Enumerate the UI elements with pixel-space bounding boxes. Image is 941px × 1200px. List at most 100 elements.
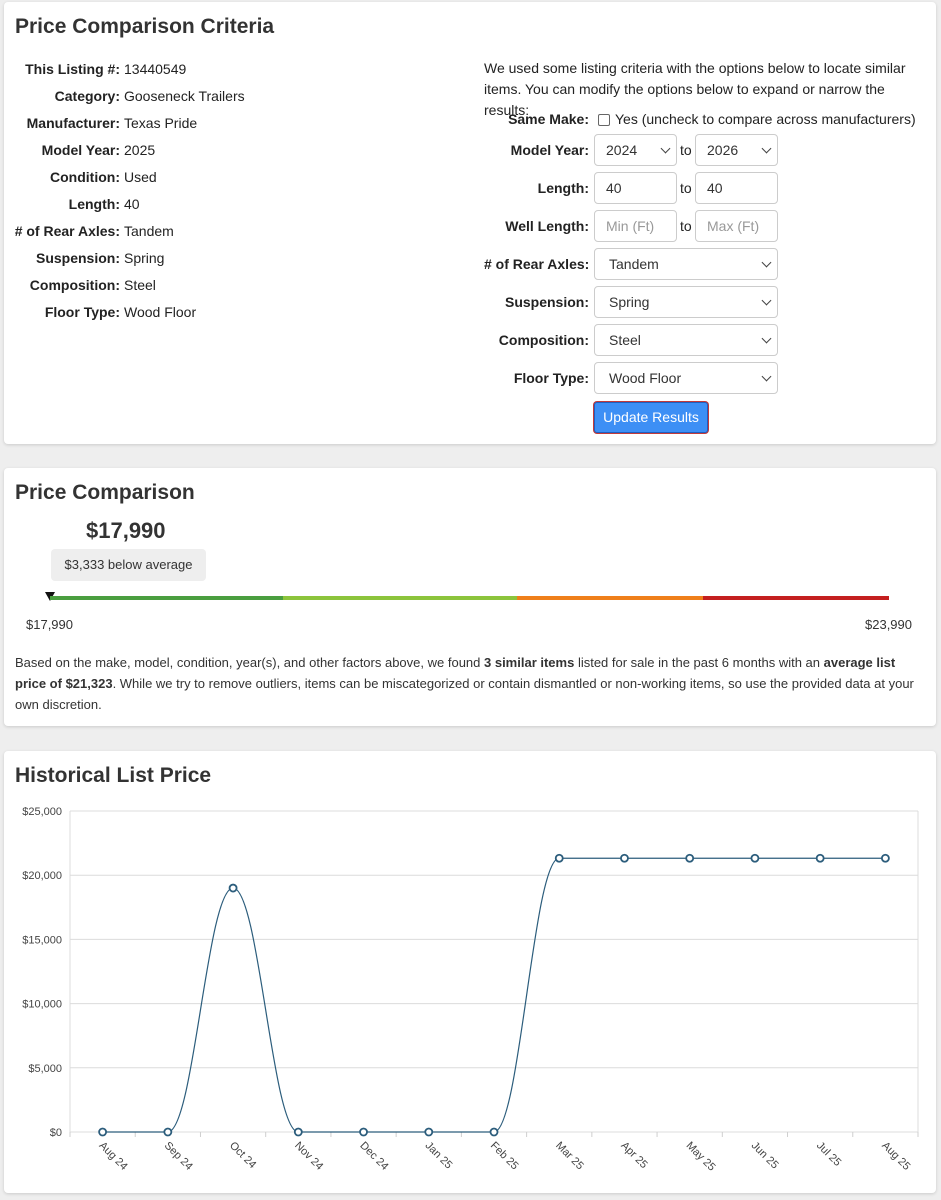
- x-tick-label: Jan 25: [423, 1140, 455, 1172]
- model-year-label: Model Year:: [510, 142, 589, 158]
- range-max-label: $23,990: [865, 617, 912, 632]
- x-tick-label: Oct 24: [227, 1140, 258, 1171]
- rear-axles-select[interactable]: Tandem: [594, 248, 778, 280]
- listing-info-value: 13440549: [124, 61, 187, 77]
- x-tick-label: Jul 25: [814, 1140, 843, 1169]
- data-point[interactable]: [293, 1127, 303, 1137]
- model-year-row: Model Year: 2024 to 2026: [484, 134, 924, 166]
- summary-text: . While we try to remove outliers, items…: [15, 676, 914, 712]
- well-length-row: Well Length: Min (Ft) to Max (Ft): [484, 210, 924, 242]
- suspension-row: Suspension: Spring: [484, 286, 924, 318]
- y-tick-label: $5,000: [28, 1063, 62, 1075]
- listing-info-label: Model Year:: [41, 142, 120, 158]
- listing-info-value: Gooseneck Trailers: [124, 88, 245, 104]
- x-tick-label: Mar 25: [553, 1140, 586, 1173]
- to-text: to: [680, 142, 692, 158]
- data-point[interactable]: [880, 853, 890, 863]
- listing-info-label: Suspension:: [35, 250, 120, 266]
- listing-info-value: 2025: [124, 142, 156, 158]
- price-range-segment-high: [703, 596, 889, 600]
- model-year-to-select[interactable]: 2026: [695, 134, 778, 166]
- data-point[interactable]: [554, 853, 564, 863]
- price-range-segment-mid-high: [517, 596, 703, 600]
- listing-info-label: Manufacturer:: [26, 115, 120, 131]
- floor-type-row: Floor Type: Wood Floor: [484, 362, 924, 394]
- criteria-title: Price Comparison Criteria: [15, 15, 275, 38]
- same-make-row: Same Make: Yes (uncheck to compare acros…: [484, 105, 924, 137]
- listing-info-label: Floor Type:: [44, 304, 120, 320]
- data-point[interactable]: [359, 1127, 368, 1137]
- price-comparison-title: Price Comparison: [15, 481, 195, 504]
- model-year-from-select[interactable]: 2024: [594, 134, 677, 166]
- listing-info-value: Tandem: [124, 223, 174, 239]
- data-point[interactable]: [620, 853, 629, 863]
- x-tick-label: Feb 25: [488, 1140, 521, 1173]
- suspension-label: Suspension:: [504, 294, 589, 310]
- same-make-label: Same Make:: [508, 111, 589, 127]
- data-point[interactable]: [815, 853, 825, 863]
- summary-text: listed for sale in the past 6 months wit…: [574, 655, 824, 670]
- listing-info-value: Texas Pride: [124, 115, 198, 131]
- historical-price-chart: $0 $5,000 $10,000 $15,000 $20,000 $25,000 Aug …: [22, 806, 919, 1174]
- range-min-label: $17,990: [26, 617, 73, 632]
- x-tick-label: Nov 24: [292, 1140, 325, 1173]
- similar-items-count: 3 similar items: [484, 655, 575, 670]
- listing-info-label: Category:: [54, 88, 120, 104]
- data-point[interactable]: [489, 1127, 499, 1137]
- floor-type-label: Floor Type:: [513, 370, 589, 386]
- listing-info-label: This Listing #:: [25, 61, 120, 77]
- length-row: Length: 40 to 40: [484, 172, 924, 204]
- length-to-input[interactable]: 40: [695, 172, 778, 204]
- listing-info-value: Wood Floor: [124, 304, 197, 320]
- listing-info-label: # of Rear Axles:: [14, 223, 120, 239]
- listing-price: $17,990: [86, 518, 166, 543]
- price-range-segment-low: [50, 596, 283, 600]
- data-point[interactable]: [163, 1127, 173, 1137]
- suspension-select[interactable]: Spring: [594, 286, 778, 318]
- y-tick-label: $0: [50, 1127, 62, 1139]
- data-point[interactable]: [685, 853, 695, 863]
- y-tick-label: $15,000: [22, 934, 62, 946]
- historical-price-card: Historical List Price $0 $5,000 $10,000 $15…: [4, 751, 936, 1193]
- data-point[interactable]: [750, 853, 760, 863]
- listing-info-value: Steel: [124, 277, 156, 293]
- floor-type-select[interactable]: Wood Floor: [594, 362, 778, 394]
- composition-select[interactable]: Steel: [594, 324, 778, 356]
- x-tick-label: Jun 25: [749, 1140, 781, 1172]
- rear-axles-row: # of Rear Axles: Tandem: [484, 248, 924, 280]
- price-series-line: [102, 857, 886, 1133]
- comparison-summary: Based on the make, model, condition, yea…: [15, 652, 925, 715]
- y-tick-label: $10,000: [22, 999, 62, 1011]
- rear-axles-label: # of Rear Axles:: [484, 256, 590, 272]
- to-text: to: [680, 180, 692, 196]
- y-tick-label: $20,000: [22, 870, 62, 882]
- x-tick-label: Aug 25: [879, 1140, 912, 1173]
- same-make-checkbox-label: Yes (uncheck to compare across manufactu…: [615, 111, 916, 127]
- well-length-min-input[interactable]: Min (Ft): [594, 210, 677, 242]
- well-length-label: Well Length:: [505, 218, 589, 234]
- summary-text: Based on the make, model, condition, yea…: [15, 655, 484, 670]
- x-tick-label: Dec 24: [357, 1140, 390, 1173]
- listing-info-value: Used: [124, 169, 157, 185]
- y-tick-label: $25,000: [22, 806, 62, 818]
- x-tick-label: May 25: [684, 1140, 718, 1174]
- to-text: to: [680, 218, 692, 234]
- x-tick-label: Apr 25: [618, 1140, 649, 1171]
- x-tick-label: Sep 24: [162, 1140, 195, 1173]
- below-average-badge: $3,333 below average: [51, 549, 206, 581]
- data-point[interactable]: [424, 1127, 434, 1137]
- same-make-checkbox[interactable]: [598, 114, 610, 126]
- composition-label: Composition:: [498, 332, 589, 348]
- length-from-input[interactable]: 40: [594, 172, 677, 204]
- data-point[interactable]: [98, 1127, 108, 1137]
- listing-info-label: Condition:: [50, 169, 120, 185]
- update-results-button[interactable]: Update Results: [594, 402, 708, 433]
- data-point[interactable]: [228, 883, 238, 893]
- listing-info-value: Spring: [124, 250, 165, 266]
- price-comparison-card: Price Comparison $17,990 $3,333 below av…: [4, 468, 936, 726]
- x-tick-label: Aug 24: [96, 1140, 129, 1173]
- well-length-max-input[interactable]: Max (Ft): [695, 210, 778, 242]
- price-range-segment-mid-low: [283, 596, 517, 600]
- listing-info-label: Length:: [68, 196, 120, 212]
- listing-info-value: 40: [124, 196, 140, 212]
